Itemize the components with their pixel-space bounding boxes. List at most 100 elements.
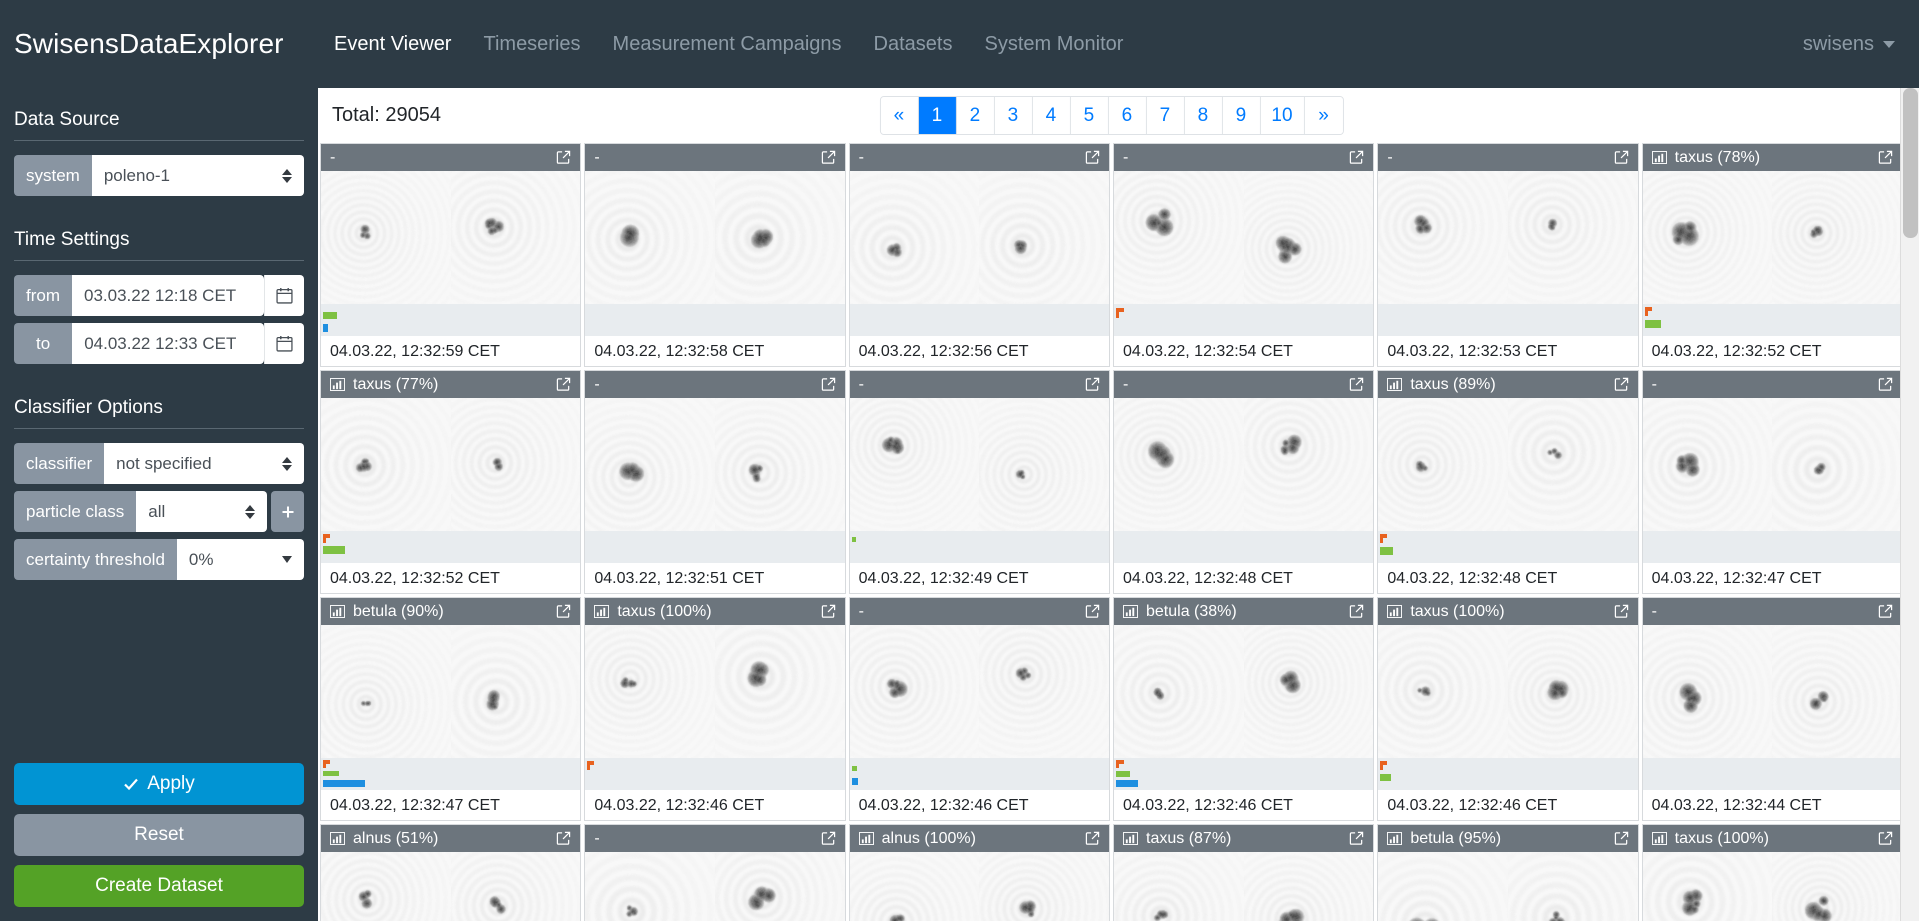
open-event-button[interactable] (821, 604, 836, 619)
event-card[interactable]: -04.03.22, 12:32:47 CET (1642, 370, 1903, 594)
event-card[interactable]: -04.03.22, 12:32:44 CET (1642, 597, 1903, 821)
event-timestamp: 04.03.22, 12:32:47 CET (321, 790, 580, 820)
pagination-page-1[interactable]: 1 (918, 97, 956, 134)
open-event-button[interactable] (821, 831, 836, 846)
fluorescence-bar (852, 778, 858, 785)
nav-item-datasets[interactable]: Datasets (858, 0, 969, 88)
reset-button-label: Reset (134, 824, 184, 846)
open-event-button[interactable] (1349, 150, 1364, 165)
event-card[interactable]: - 04.03.22, 12:32:48 CET (1113, 370, 1374, 594)
section-title-data-source: Data Source (14, 109, 304, 141)
open-event-button[interactable] (1349, 604, 1364, 619)
hologram-image (850, 398, 980, 531)
open-event-button[interactable] (821, 150, 836, 165)
hologram-pair (1114, 171, 1373, 304)
to-calendar-button[interactable] (264, 323, 304, 364)
pagination-page-9[interactable]: 9 (1222, 97, 1260, 134)
open-event-button[interactable] (1614, 150, 1629, 165)
open-event-button[interactable] (1349, 831, 1364, 846)
pagination-page-4[interactable]: 4 (1032, 97, 1070, 134)
particle-class-select[interactable]: all (136, 491, 267, 532)
external-link-icon (1085, 150, 1100, 165)
event-card[interactable]: -04.03.22, 12:32:56 CET (849, 143, 1110, 367)
user-menu[interactable]: swisens (1803, 33, 1895, 56)
external-link-icon (821, 377, 836, 392)
open-event-button[interactable] (556, 150, 571, 165)
event-card[interactable]: betula (90%)04.03.22, 12:32:47 CET (320, 597, 581, 821)
fluorescence-bar (323, 760, 326, 768)
hologram-pair (1378, 625, 1637, 758)
pagination-page-10[interactable]: 10 (1260, 97, 1304, 134)
open-event-button[interactable] (1349, 377, 1364, 392)
event-card[interactable]: taxus (78%)04.03.22, 12:32:52 CET (1642, 143, 1903, 367)
open-event-button[interactable] (556, 604, 571, 619)
add-particle-class-button[interactable] (271, 491, 304, 532)
open-event-button[interactable] (1614, 604, 1629, 619)
to-input[interactable]: 04.03.22 12:33 CET (72, 323, 264, 364)
reset-button[interactable]: Reset (14, 814, 304, 856)
nav-item-timeseries[interactable]: Timeseries (467, 0, 596, 88)
event-card[interactable]: - (584, 824, 845, 921)
event-card[interactable]: -04.03.22, 12:32:51 CET (584, 370, 845, 594)
system-select[interactable]: poleno-1 (92, 155, 304, 196)
event-card-header: taxus (78%) (1643, 144, 1902, 171)
open-event-button[interactable] (1085, 150, 1100, 165)
event-card-header: - (1378, 144, 1637, 171)
open-event-button[interactable] (556, 831, 571, 846)
open-event-button[interactable] (1085, 377, 1100, 392)
event-card[interactable]: -04.03.22, 12:32:53 CET (1377, 143, 1638, 367)
event-card[interactable]: -04.03.22, 12:32:58 CET (584, 143, 845, 367)
event-card[interactable]: taxus (100%) (1642, 824, 1903, 921)
event-card[interactable]: alnus (51%) (320, 824, 581, 921)
from-input[interactable]: 03.03.22 12:18 CET (72, 275, 264, 316)
pagination-next[interactable]: » (1305, 97, 1343, 134)
open-event-button[interactable] (1614, 831, 1629, 846)
pagination-page-5[interactable]: 5 (1070, 97, 1108, 134)
open-event-button[interactable] (1878, 377, 1893, 392)
hologram-image (715, 852, 845, 921)
event-card[interactable]: -04.03.22, 12:32:49 CET (849, 370, 1110, 594)
classifier-select[interactable]: not specified (104, 443, 304, 484)
hologram-pair (321, 398, 580, 531)
apply-button[interactable]: Apply (14, 763, 304, 805)
open-event-button[interactable] (1614, 377, 1629, 392)
open-event-button[interactable] (1878, 604, 1893, 619)
open-event-button[interactable] (821, 377, 836, 392)
pagination-page-3[interactable]: 3 (994, 97, 1032, 134)
page-scrollbar[interactable] (1900, 88, 1919, 921)
nav-item-system-monitor[interactable]: System Monitor (968, 0, 1139, 88)
pagination-page-8[interactable]: 8 (1184, 97, 1222, 134)
open-event-button[interactable] (556, 377, 571, 392)
event-card[interactable]: -04.03.22, 12:32:54 CET (1113, 143, 1374, 367)
open-event-button[interactable] (1085, 831, 1100, 846)
event-card[interactable]: taxus (77%)04.03.22, 12:32:52 CET (320, 370, 581, 594)
event-card-label: - (1123, 376, 1341, 394)
pagination-prev[interactable]: « (880, 97, 918, 134)
event-card-label: betula (95%) (1410, 830, 1605, 848)
scrollbar-thumb[interactable] (1903, 88, 1918, 238)
event-card[interactable]: -04.03.22, 12:32:46 CET (849, 597, 1110, 821)
hologram-image (1244, 852, 1374, 921)
hologram-image (1508, 852, 1638, 921)
open-event-button[interactable] (1878, 831, 1893, 846)
hologram-pair (585, 852, 844, 921)
nav-item-event-viewer[interactable]: Event Viewer (318, 0, 467, 88)
event-card[interactable]: taxus (100%)04.03.22, 12:32:46 CET (584, 597, 845, 821)
event-card[interactable]: -04.03.22, 12:32:59 CET (320, 143, 581, 367)
pagination-page-7[interactable]: 7 (1146, 97, 1184, 134)
pagination-page-6[interactable]: 6 (1108, 97, 1146, 134)
event-card[interactable]: alnus (100%) (849, 824, 1110, 921)
event-card[interactable]: betula (95%) (1377, 824, 1638, 921)
event-card[interactable]: taxus (100%)04.03.22, 12:32:46 CET (1377, 597, 1638, 821)
pagination-page-2[interactable]: 2 (956, 97, 994, 134)
from-calendar-button[interactable] (264, 275, 304, 316)
create-dataset-button[interactable]: Create Dataset (14, 865, 304, 907)
event-card[interactable]: taxus (87%) (1113, 824, 1374, 921)
certainty-threshold-select[interactable]: 0% (177, 539, 304, 580)
event-card[interactable]: taxus (89%)04.03.22, 12:32:48 CET (1377, 370, 1638, 594)
event-card[interactable]: betula (38%)04.03.22, 12:32:46 CET (1113, 597, 1374, 821)
open-event-button[interactable] (1878, 150, 1893, 165)
nav-item-measurement-campaigns[interactable]: Measurement Campaigns (597, 0, 858, 88)
event-timestamp: 04.03.22, 12:32:48 CET (1114, 563, 1373, 593)
open-event-button[interactable] (1085, 604, 1100, 619)
